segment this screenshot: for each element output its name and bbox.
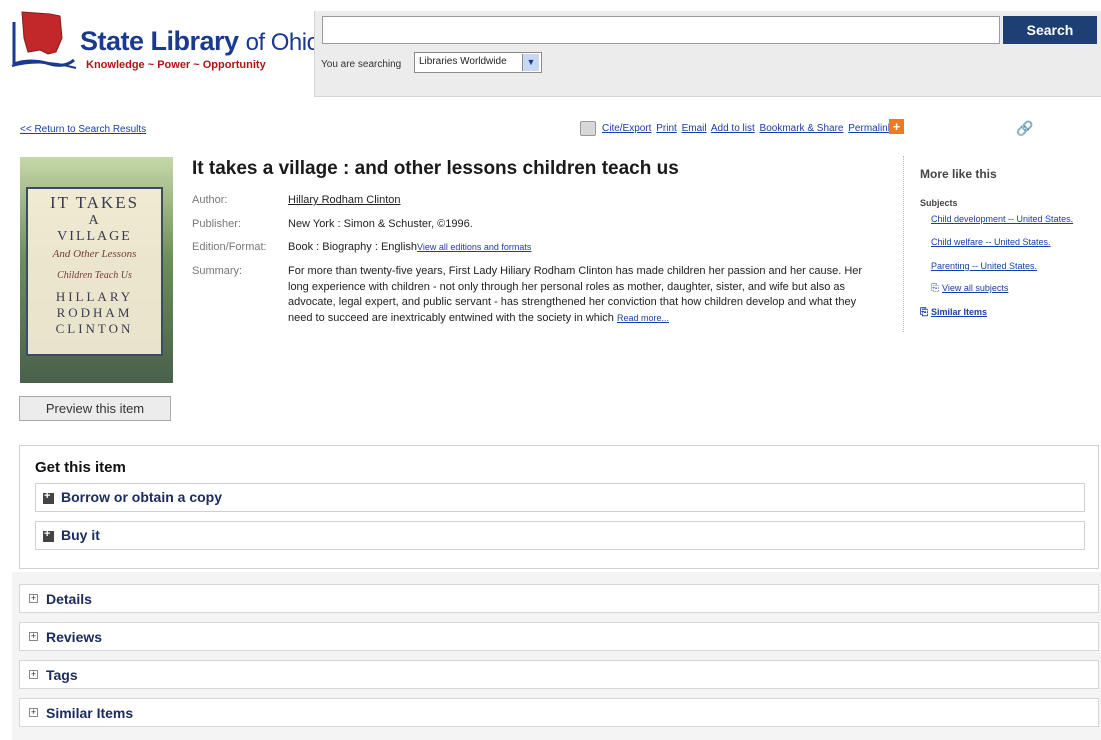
summary-label: Summary: <box>192 265 243 277</box>
borrow-option[interactable]: Borrow or obtain a copy <box>35 483 1085 512</box>
return-to-results-link[interactable]: << Return to Search Results <box>20 124 146 135</box>
section-label: Details <box>46 591 92 607</box>
summary-text: For more than twenty-five years, First L… <box>288 264 878 326</box>
view-all-subjects: ⎘ View all subjects <box>931 283 1008 294</box>
cover-text: VILLAGE <box>57 229 132 244</box>
subject-link[interactable]: Parenting -- United States. <box>931 261 1037 271</box>
summary-body: For more than twenty-five years, First L… <box>288 265 863 324</box>
add-to-list-link[interactable]: Add to list <box>711 123 755 134</box>
doc-icon: ⎘ <box>920 307 928 318</box>
cover-text: CLINTON <box>55 321 134 336</box>
edition-field: Book : Biography : EnglishView all editi… <box>288 241 531 253</box>
expand-icon: + <box>29 669 38 679</box>
book-cover-image: IT TAKES A VILLAGE And Other Lessons Chi… <box>20 157 173 383</box>
section-label: Reviews <box>46 629 103 645</box>
get-this-item-box: Get this item Borrow or obtain a copy Bu… <box>19 445 1099 569</box>
details-section[interactable]: + Details <box>19 584 1099 613</box>
cover-text: RODHAM <box>56 305 133 320</box>
edition-label: Edition/Format: <box>192 241 267 253</box>
doc-icon: ⎘ <box>931 283 939 294</box>
cover-text: And Other Lessons <box>52 248 137 260</box>
search-scope-value: Libraries Worldwide <box>419 56 507 67</box>
logo-title: State Library of Ohio <box>80 26 320 56</box>
read-more-link[interactable]: Read more... <box>617 313 669 323</box>
search-button[interactable]: Search <box>1003 16 1097 44</box>
expand-icon: + <box>29 631 38 641</box>
search-scope-select[interactable]: Libraries Worldwide ▼ <box>414 52 542 73</box>
cover-text: IT TAKES <box>49 193 140 212</box>
record-title: It takes a village : and other lessons c… <box>192 158 679 179</box>
cover-text: A <box>88 213 101 228</box>
state-library-logo[interactable]: State Library of Ohio Knowledge ~ Power … <box>10 8 320 74</box>
similar-items-section[interactable]: + Similar Items <box>19 698 1099 727</box>
view-all-subjects-link[interactable]: View all subjects <box>942 283 1008 293</box>
search-input[interactable] <box>322 16 1000 44</box>
section-label: Similar Items <box>46 705 134 721</box>
view-all-editions-link[interactable]: View all editions and formats <box>417 242 531 252</box>
section-label: Tags <box>46 667 78 683</box>
buy-option[interactable]: Buy it <box>35 521 1085 550</box>
expand-icon: + <box>29 593 38 603</box>
author-link[interactable]: Hillary Rodham Clinton <box>288 194 401 206</box>
chevron-down-icon: ▼ <box>522 54 539 71</box>
author-label: Author: <box>192 194 228 206</box>
reviews-section[interactable]: + Reviews <box>19 622 1099 651</box>
cite-icon <box>580 121 596 136</box>
cover-text: HILLARY <box>55 289 134 304</box>
subject-link[interactable]: Child development -- United States. <box>931 214 1073 224</box>
more-like-this-title: More like this <box>920 167 997 181</box>
print-link[interactable]: Print <box>656 123 677 134</box>
subjects-label: Subjects <box>920 198 958 208</box>
email-link[interactable]: Email <box>682 123 707 134</box>
search-panel: Search You are searching Libraries World… <box>314 11 1101 97</box>
record-toolbar: Cite/Export Print Email Add to list Book… <box>580 121 895 136</box>
preview-item-button[interactable]: Preview this item <box>19 396 171 421</box>
expand-icon <box>43 490 54 504</box>
subject-link[interactable]: Child welfare -- United States. <box>931 237 1051 247</box>
option-label: Buy it <box>61 527 100 543</box>
cite-export-link[interactable]: Cite/Export <box>602 123 651 134</box>
publisher-label: Publisher: <box>192 218 241 230</box>
ohio-map-icon <box>11 11 77 69</box>
similar-items-link[interactable]: Similar Items <box>931 307 987 317</box>
tags-section[interactable]: + Tags <box>19 660 1099 689</box>
book-cover-title-panel: IT TAKES A VILLAGE And Other Lessons Chi… <box>26 187 163 356</box>
bookmark-share-link[interactable]: Bookmark & Share <box>760 123 844 134</box>
searching-label: You are searching <box>321 59 402 70</box>
more-like-this-panel: More like this Subjects Child developmen… <box>903 156 1094 332</box>
similar-items-sidebar: ⎘ Similar Items <box>920 307 987 318</box>
edition-value: Book : Biography : English <box>288 241 418 253</box>
get-this-item-title: Get this item <box>35 459 126 476</box>
add-plus-icon[interactable]: + <box>889 119 904 134</box>
logo-tagline: Knowledge ~ Power ~ Opportunity <box>86 59 266 71</box>
expand-icon: + <box>29 707 38 717</box>
chain-link-icon[interactable]: 🔗 <box>1016 120 1033 137</box>
permalink-link[interactable]: Permalink <box>848 123 892 134</box>
option-label: Borrow or obtain a copy <box>61 489 223 505</box>
expand-icon <box>43 528 54 542</box>
cover-text: Children Teach Us <box>57 270 132 281</box>
publisher-value: New York : Simon & Schuster, ©1996. <box>288 218 473 230</box>
